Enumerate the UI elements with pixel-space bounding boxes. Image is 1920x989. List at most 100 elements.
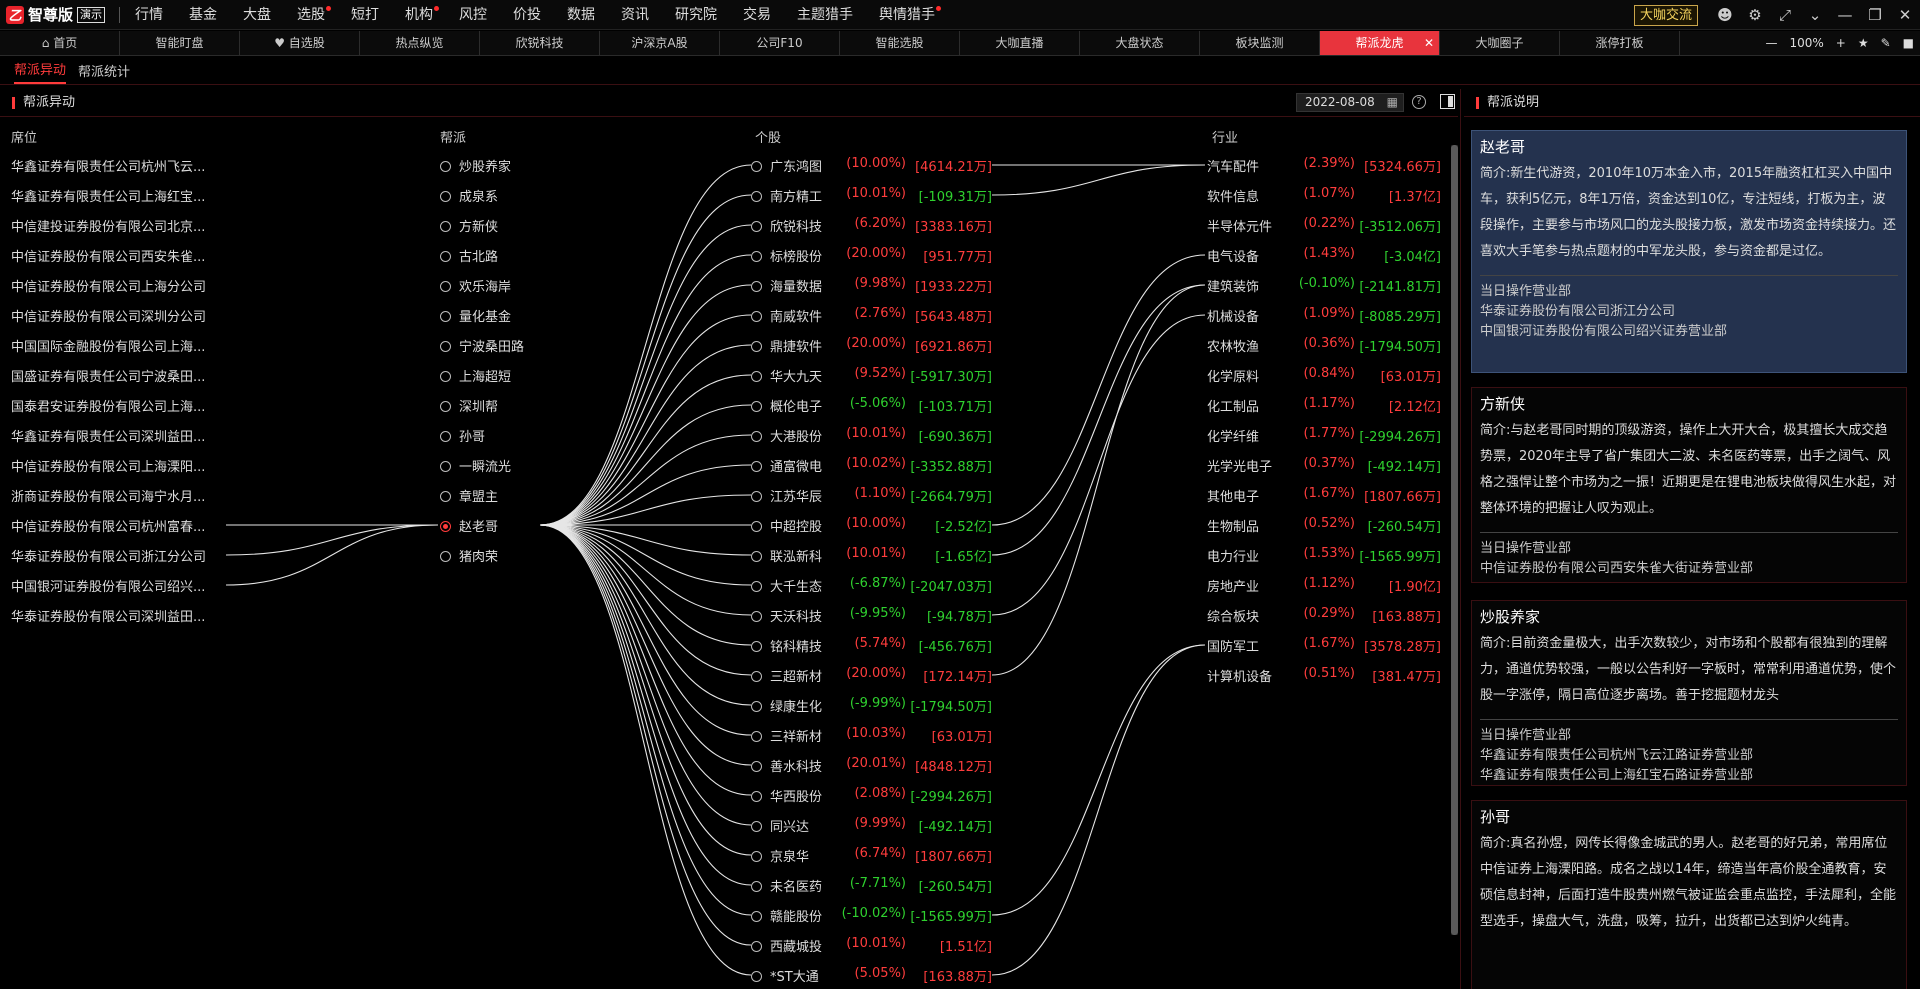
industry-row[interactable]: 综合板块 (0.29%) [163.88万] bbox=[1207, 606, 1441, 625]
tab-item[interactable]: 智能选股 bbox=[840, 31, 960, 55]
industry-row[interactable]: 机械设备 (1.09%) [-8085.29万] bbox=[1207, 306, 1441, 325]
tab-item[interactable]: 帮派龙虎 ✕ bbox=[1320, 31, 1440, 55]
seat-row[interactable]: 华鑫证券有限责任公司深圳益田... bbox=[11, 426, 205, 445]
menu-item[interactable]: 风控 bbox=[446, 0, 500, 30]
stock-row[interactable]: 赣能股份 (-10.02%) [-1565.99万] bbox=[751, 906, 992, 925]
stock-row[interactable]: 华西股份 (2.08%) [-2994.26万] bbox=[751, 786, 992, 805]
menu-item[interactable]: 交易 bbox=[730, 0, 784, 30]
tab-item[interactable]: 大盘状态 bbox=[1080, 31, 1200, 55]
stock-row[interactable]: 标榜股份 (20.00%) [951.77万] bbox=[751, 246, 992, 265]
stock-row[interactable]: *ST大通 (5.05%) [163.88万] bbox=[751, 966, 992, 985]
gang-option[interactable]: 炒股养家 bbox=[440, 156, 511, 175]
menu-item[interactable]: 机构 bbox=[392, 0, 446, 30]
industry-row[interactable]: 化工制品 (1.17%) [2.12亿] bbox=[1207, 396, 1441, 415]
industry-row[interactable]: 生物制品 (0.52%) [-260.54万] bbox=[1207, 516, 1441, 535]
gang-option[interactable]: 章盟主 bbox=[440, 486, 498, 505]
seat-row[interactable]: 华鑫证券有限责任公司上海红宝... bbox=[11, 186, 205, 205]
edit-icon[interactable]: ✎ bbox=[1881, 36, 1891, 50]
industry-row[interactable]: 计算机设备 (0.51%) [381.47万] bbox=[1207, 666, 1441, 685]
industry-row[interactable]: 房地产业 (1.12%) [1.90亿] bbox=[1207, 576, 1441, 595]
toggle-icon[interactable]: ■ bbox=[1903, 36, 1914, 50]
chevron-down-icon[interactable]: ⌄ bbox=[1800, 0, 1830, 30]
stock-row[interactable]: 南方精工 (10.01%) [-109.31万] bbox=[751, 186, 992, 205]
seat-row[interactable]: 国盛证券有限责任公司宁波桑田... bbox=[11, 366, 205, 385]
seat-row[interactable]: 中信证券股份有限公司上海溧阳... bbox=[11, 456, 205, 475]
tab-item[interactable]: ⌂ 首页 bbox=[0, 31, 120, 55]
menu-item[interactable]: 资讯 bbox=[608, 0, 662, 30]
close-icon[interactable]: ✕ bbox=[1890, 0, 1920, 30]
menu-item[interactable]: 基金 bbox=[176, 0, 230, 30]
tab-item[interactable]: 智能盯盘 bbox=[120, 31, 240, 55]
stock-row[interactable]: 概伦电子 (-5.06%) [-103.71万] bbox=[751, 396, 992, 415]
tab-item[interactable]: ♥ 自选股 bbox=[240, 31, 360, 55]
gang-card[interactable]: 方新侠 简介:与赵老哥同时期的顶级游资，操作上大开大合，极其擅长大成交趋势票，20… bbox=[1471, 387, 1907, 583]
seat-row[interactable]: 华泰证券股份有限公司浙江分公司 bbox=[11, 546, 206, 565]
stock-row[interactable]: 海量数据 (9.98%) [1933.22万] bbox=[751, 276, 992, 295]
gang-option[interactable]: 量化基金 bbox=[440, 306, 511, 325]
gang-option[interactable]: 成泉系 bbox=[440, 186, 498, 205]
menu-item[interactable]: 行情 bbox=[122, 0, 176, 30]
seat-row[interactable]: 中信建投证券股份有限公司北京... bbox=[11, 216, 205, 235]
industry-row[interactable]: 农林牧渔 (0.36%) [-1794.50万] bbox=[1207, 336, 1441, 355]
industry-row[interactable]: 其他电子 (1.67%) [1807.66万] bbox=[1207, 486, 1441, 505]
tab-item[interactable]: 大咖圈子 bbox=[1440, 31, 1560, 55]
seat-row[interactable]: 中国银河证券股份有限公司绍兴... bbox=[11, 576, 205, 595]
gang-card[interactable]: 炒股养家 简介:目前资金量极大，出手次数较少，对市场和个股都有很独到的理解力，通道… bbox=[1471, 600, 1907, 786]
tab-item[interactable]: 公司F10 bbox=[720, 31, 840, 55]
subtab[interactable]: 帮派异动 bbox=[14, 59, 67, 84]
stock-row[interactable]: 南威软件 (2.76%) [5643.48万] bbox=[751, 306, 992, 325]
stock-row[interactable]: 中超控股 (10.00%) [-2.52亿] bbox=[751, 516, 992, 535]
stock-row[interactable]: 未名医药 (-7.71%) [-260.54万] bbox=[751, 876, 992, 895]
industry-row[interactable]: 电力行业 (1.53%) [-1565.99万] bbox=[1207, 546, 1441, 565]
gang-option[interactable]: 赵老哥 bbox=[440, 516, 498, 535]
seat-row[interactable]: 华鑫证券有限责任公司杭州飞云... bbox=[11, 156, 205, 175]
restore-icon[interactable]: ❐ bbox=[1860, 0, 1890, 30]
stock-row[interactable]: 鼎捷软件 (20.00%) [6921.86万] bbox=[751, 336, 992, 355]
minimize-icon[interactable]: — bbox=[1830, 0, 1860, 30]
date-picker[interactable]: 2022-08-08 ▦ bbox=[1296, 93, 1404, 112]
user-icon[interactable]: ☻ bbox=[1710, 0, 1740, 30]
gang-option[interactable]: 欢乐海岸 bbox=[440, 276, 511, 295]
tab-close-icon[interactable]: ✕ bbox=[1424, 31, 1434, 55]
tab-item[interactable]: 欣锐科技 bbox=[480, 31, 600, 55]
coffee-exchange-button[interactable]: 大咖交流 bbox=[1633, 4, 1698, 26]
gang-card[interactable]: 赵老哥 简介:新生代游资，2010年10万本金入市，2015年融资杠杠买入中国中车… bbox=[1471, 130, 1907, 373]
stock-row[interactable]: 华大九天 (9.52%) [-5917.30万] bbox=[751, 366, 992, 385]
stock-row[interactable]: 大千生态 (-6.87%) [-2047.03万] bbox=[751, 576, 992, 595]
menu-item[interactable]: 研究院 bbox=[662, 0, 730, 30]
stock-row[interactable]: 三祥新材 (10.03%) [63.01万] bbox=[751, 726, 992, 745]
industry-row[interactable]: 汽车配件 (2.39%) [5324.66万] bbox=[1207, 156, 1441, 175]
gang-option[interactable]: 一瞬流光 bbox=[440, 456, 511, 475]
seat-row[interactable]: 中国国际金融股份有限公司上海... bbox=[11, 336, 205, 355]
menu-item[interactable]: 大盘 bbox=[230, 0, 284, 30]
menu-item[interactable]: 数据 bbox=[554, 0, 608, 30]
tab-item[interactable]: 大咖直播 bbox=[960, 31, 1080, 55]
menu-item[interactable]: 舆情猎手 bbox=[866, 0, 948, 30]
gang-option[interactable]: 方新侠 bbox=[440, 216, 498, 235]
zoom-in-icon[interactable]: + bbox=[1836, 36, 1846, 50]
settings-icon[interactable]: ⚙ bbox=[1740, 0, 1770, 30]
stock-row[interactable]: 大港股份 (10.01%) [-690.36万] bbox=[751, 426, 992, 445]
gang-option[interactable]: 猪肉荣 bbox=[440, 546, 498, 565]
panel-toggle-icon[interactable] bbox=[1440, 94, 1455, 109]
industry-row[interactable]: 光学光电子 (0.37%) [-492.14万] bbox=[1207, 456, 1441, 475]
zoom-out-icon[interactable]: — bbox=[1765, 36, 1777, 50]
menu-item[interactable]: 选股 bbox=[284, 0, 338, 30]
industry-row[interactable]: 软件信息 (1.07%) [1.37亿] bbox=[1207, 186, 1441, 205]
star-icon[interactable]: ★ bbox=[1858, 36, 1869, 50]
seat-row[interactable]: 浙商证券股份有限公司海宁水月... bbox=[11, 486, 205, 505]
stock-row[interactable]: 联泓新科 (10.01%) [-1.65亿] bbox=[751, 546, 992, 565]
help-icon[interactable]: ? bbox=[1412, 95, 1426, 109]
stock-row[interactable]: 善水科技 (20.01%) [4848.12万] bbox=[751, 756, 992, 775]
stock-row[interactable]: 西藏城投 (10.01%) [1.51亿] bbox=[751, 936, 992, 955]
gang-option[interactable]: 宁波桑田路 bbox=[440, 336, 524, 355]
scrollbar-thumb[interactable] bbox=[1451, 145, 1458, 935]
industry-row[interactable]: 半导体元件 (0.22%) [-3512.06万] bbox=[1207, 216, 1441, 235]
industry-row[interactable]: 化学原料 (0.84%) [63.01万] bbox=[1207, 366, 1441, 385]
tab-item[interactable]: 板块监测 bbox=[1200, 31, 1320, 55]
stock-row[interactable]: 绿康生化 (-9.99%) [-1794.50万] bbox=[751, 696, 992, 715]
gang-option[interactable]: 孙哥 bbox=[440, 426, 485, 445]
gang-option[interactable]: 古北路 bbox=[440, 246, 498, 265]
menu-item[interactable]: 短打 bbox=[338, 0, 392, 30]
stock-row[interactable]: 同兴达 (9.99%) [-492.14万] bbox=[751, 816, 992, 835]
